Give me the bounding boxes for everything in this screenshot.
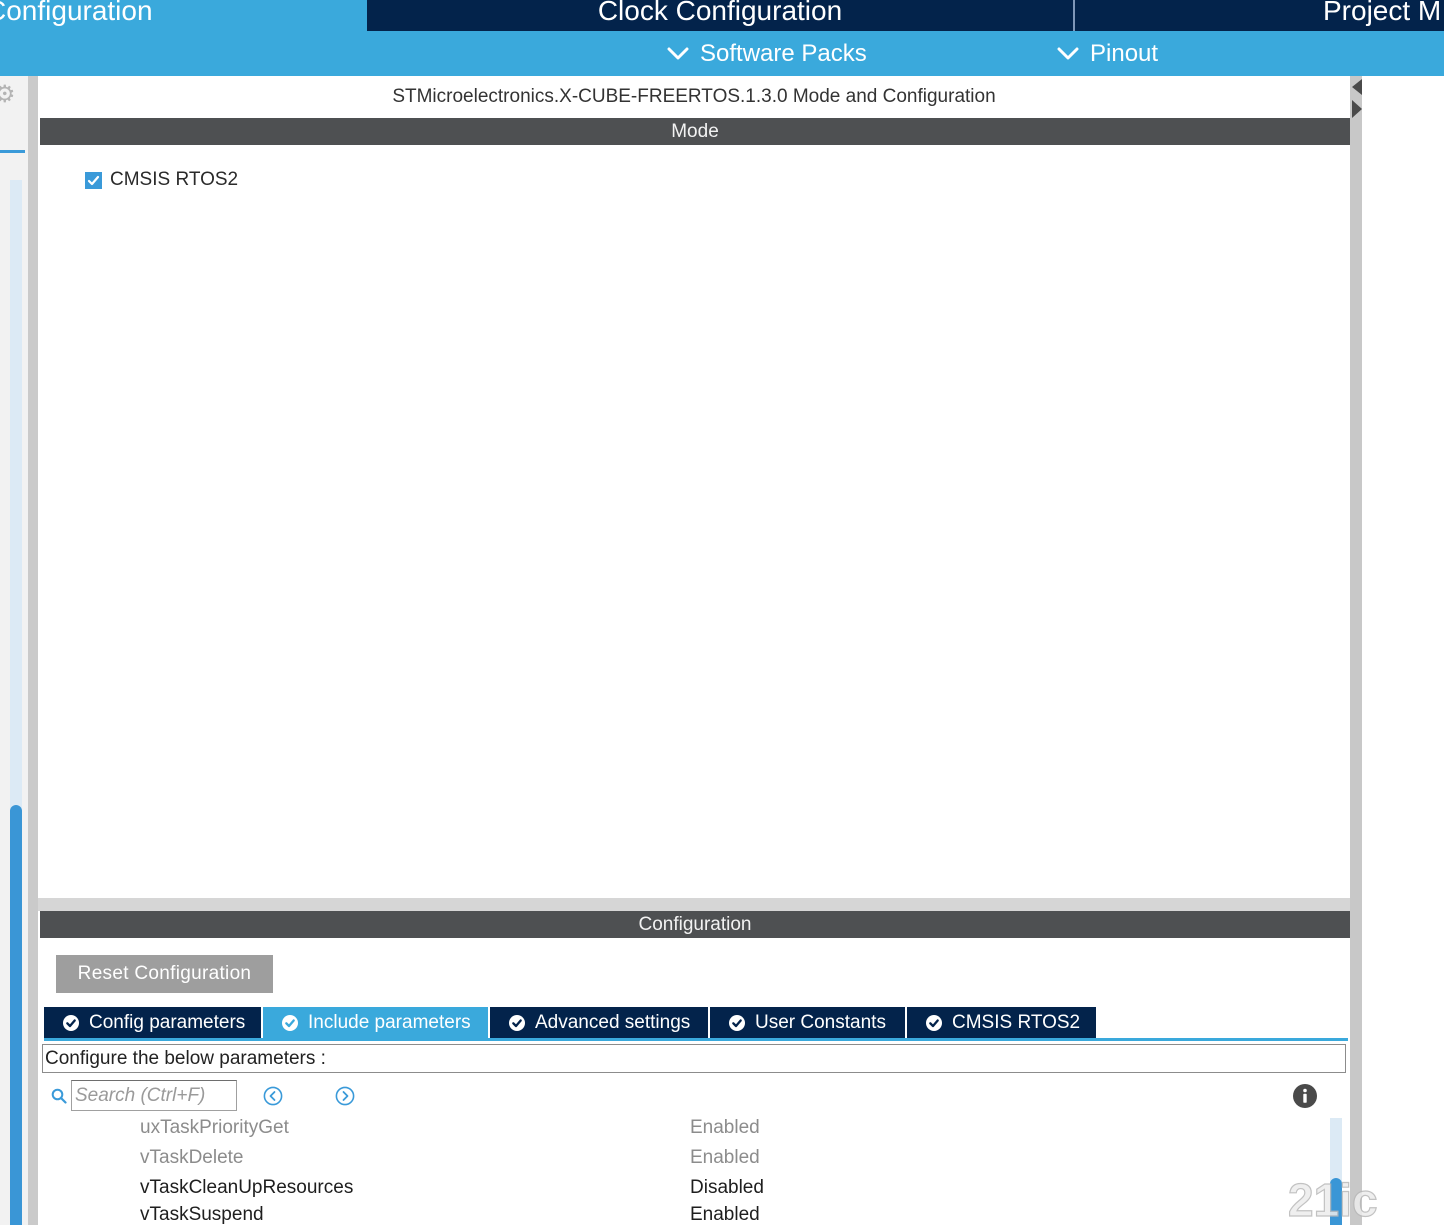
left-sidebar: ⚙	[0, 76, 28, 1225]
list-item[interactable]: vTaskCleanUpResources Disabled	[42, 1178, 1328, 1198]
panel-splitter[interactable]	[28, 76, 38, 1225]
tab-cmsis-rtos2[interactable]: CMSIS RTOS2	[907, 1007, 1096, 1038]
parameter-value[interactable]: Enabled	[690, 1118, 760, 1138]
search-icon	[51, 1088, 67, 1104]
tab-pinout-configuration[interactable]: Configuration	[0, 0, 367, 31]
check-circle-icon	[926, 1014, 942, 1031]
list-item[interactable]: vTaskDelete Enabled	[42, 1148, 1328, 1168]
check-circle-icon	[63, 1014, 79, 1031]
menu-label: Software Packs	[700, 39, 867, 67]
tab-config-parameters[interactable]: Config parameters	[44, 1007, 261, 1038]
parameter-value[interactable]: Disabled	[690, 1178, 764, 1198]
menu-label: Pinout	[1090, 39, 1159, 67]
checkmark-icon	[87, 175, 100, 185]
check-circle-icon	[282, 1014, 298, 1031]
software-packs-menu[interactable]: Software Packs	[666, 31, 867, 76]
check-circle-icon	[509, 1014, 525, 1031]
tab-label: Include parameters	[308, 1011, 471, 1033]
tab-label: Clock Configuration	[597, 0, 843, 26]
expand-right-icon[interactable]	[1352, 100, 1362, 118]
arrow-right-circle-icon[interactable]	[335, 1086, 355, 1106]
parameter-list: uxTaskPriorityGet Enabled vTaskDelete En…	[42, 1113, 1328, 1225]
reset-configuration-button[interactable]: Reset Configuration	[56, 955, 273, 993]
watermark: 21ic	[1287, 1174, 1378, 1225]
tab-advanced-settings[interactable]: Advanced settings	[490, 1007, 708, 1038]
tab-include-parameters[interactable]: Include parameters	[263, 1007, 488, 1038]
arrow-left-circle-icon[interactable]	[263, 1086, 283, 1106]
tab-label: Configuration	[0, 0, 153, 26]
tab-label: Project M	[1323, 0, 1442, 26]
pinout-menu[interactable]: Pinout	[1056, 31, 1158, 76]
configuration-header-label: Configuration	[638, 913, 752, 935]
panel-title: STMicroelectronics.X-CUBE-FREERTOS.1.3.0…	[392, 86, 996, 107]
tab-label: CMSIS RTOS2	[952, 1011, 1081, 1033]
tab-clock-configuration[interactable]: Clock Configuration	[368, 0, 1072, 31]
chevron-down-icon	[667, 47, 689, 59]
parameter-name: vTaskCleanUpResources	[140, 1177, 354, 1198]
mode-option-cmsis-rtos2[interactable]: CMSIS RTOS2	[85, 169, 239, 190]
tab-label: User Constants	[755, 1011, 886, 1033]
collapse-left-icon[interactable]	[1352, 79, 1362, 95]
cmsis-rtos2-checkbox[interactable]	[85, 171, 102, 189]
parameter-name: vTaskSuspend	[140, 1204, 264, 1225]
tab-label: Config parameters	[89, 1011, 246, 1033]
parameter-value[interactable]: Enabled	[690, 1148, 760, 1168]
configuration-header: Configuration	[40, 911, 1350, 938]
mode-header: Mode	[40, 118, 1350, 145]
parameter-name: uxTaskPriorityGet	[140, 1117, 289, 1138]
list-item[interactable]: vTaskSuspend Enabled	[42, 1205, 1328, 1225]
mode-option-label: CMSIS RTOS2	[110, 169, 239, 190]
tab-project-manager[interactable]: Project M	[1075, 0, 1444, 31]
info-icon[interactable]	[1293, 1084, 1317, 1108]
tab-user-constants[interactable]: User Constants	[710, 1007, 905, 1038]
sidebar-scrollbar-thumb[interactable]	[10, 805, 22, 1225]
chevron-down-icon	[1057, 47, 1079, 59]
search-input[interactable]	[71, 1080, 237, 1111]
instructions-text: Configure the below parameters :	[42, 1044, 1346, 1073]
mode-config-splitter[interactable]	[38, 898, 1350, 911]
tab-label: Advanced settings	[535, 1011, 691, 1033]
list-item[interactable]: uxTaskPriorityGet Enabled	[42, 1118, 1328, 1138]
configuration-tabs: Config parameters Include parameters Adv…	[44, 1007, 1096, 1038]
gear-icon[interactable]: ⚙	[0, 82, 16, 106]
parameter-name: vTaskDelete	[140, 1147, 244, 1168]
sidebar-selection-indicator	[0, 150, 25, 153]
tab-underline	[44, 1038, 1348, 1041]
check-circle-icon	[729, 1014, 745, 1031]
parameter-value[interactable]: Enabled	[690, 1205, 760, 1225]
mode-header-label: Mode	[671, 120, 719, 142]
panel-right-splitter[interactable]	[1350, 76, 1362, 1225]
